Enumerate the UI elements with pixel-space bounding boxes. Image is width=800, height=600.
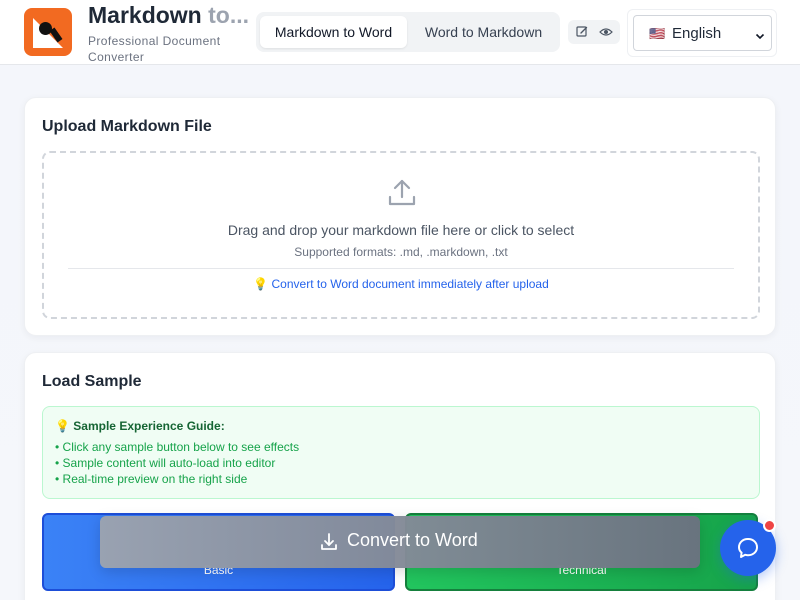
- supported-formats: Supported formats: .md, .markdown, .txt: [294, 245, 508, 259]
- sample-card-title: Load Sample: [42, 373, 142, 390]
- tab-markdown-to-word[interactable]: Markdown to Word: [260, 16, 407, 48]
- app-logo[interactable]: [24, 8, 72, 56]
- convert-button-label: Convert to Word: [347, 530, 478, 550]
- dropzone-instruction: Drag and drop your markdown file here or…: [227, 222, 575, 238]
- auto-convert-hint: 💡 Convert to Word document immediately a…: [44, 277, 758, 291]
- guide-item: • Click any sample button below to see e…: [55, 440, 300, 454]
- app-title-truncated: to...: [201, 2, 248, 28]
- sample-guide-title-text: Sample Experience Guide:: [73, 419, 225, 433]
- language-label: English: [672, 25, 722, 42]
- chat-bubble-icon: [736, 536, 760, 560]
- dropzone-divider: [68, 268, 734, 269]
- chevron-down-icon: [755, 28, 765, 46]
- language-selector-wrapper: 🇺🇸 English: [627, 9, 777, 57]
- notification-badge: [763, 519, 776, 532]
- upload-card: Upload Markdown File Drag and drop your …: [24, 97, 776, 336]
- app-header: Markdown to... Professional Document Con…: [0, 0, 800, 65]
- language-select[interactable]: 🇺🇸 English: [633, 15, 772, 51]
- edit-icon[interactable]: [574, 24, 590, 40]
- sample-guide-title: 💡 Sample Experience Guide:: [55, 419, 225, 433]
- app-title-main: Markdown: [88, 2, 202, 28]
- file-dropzone[interactable]: Drag and drop your markdown file here or…: [42, 151, 760, 319]
- convert-to-word-button[interactable]: Convert to Word: [100, 516, 700, 568]
- eye-icon[interactable]: [598, 24, 614, 40]
- us-flag-icon: 🇺🇸: [649, 26, 666, 41]
- download-icon: [319, 532, 339, 552]
- view-toggle-group: [568, 20, 620, 44]
- lightbulb-icon: 💡: [55, 419, 70, 433]
- app-subtitle: Professional Document Converter: [88, 34, 221, 64]
- sample-guide: 💡 Sample Experience Guide: • Click any s…: [42, 406, 760, 499]
- tab-word-to-markdown[interactable]: Word to Markdown: [411, 16, 556, 48]
- mode-tabs: Markdown to Word Word to Markdown: [256, 12, 560, 52]
- upload-icon: [386, 177, 418, 209]
- guide-item: • Sample content will auto-load into edi…: [55, 456, 276, 470]
- lightbulb-icon: 💡: [253, 277, 269, 291]
- guide-item: • Real-time preview on the right side: [55, 472, 248, 486]
- auto-convert-hint-text: Convert to Word document immediately aft…: [271, 277, 549, 291]
- app-title: Markdown to...: [88, 2, 248, 29]
- upload-card-title: Upload Markdown File: [42, 118, 212, 135]
